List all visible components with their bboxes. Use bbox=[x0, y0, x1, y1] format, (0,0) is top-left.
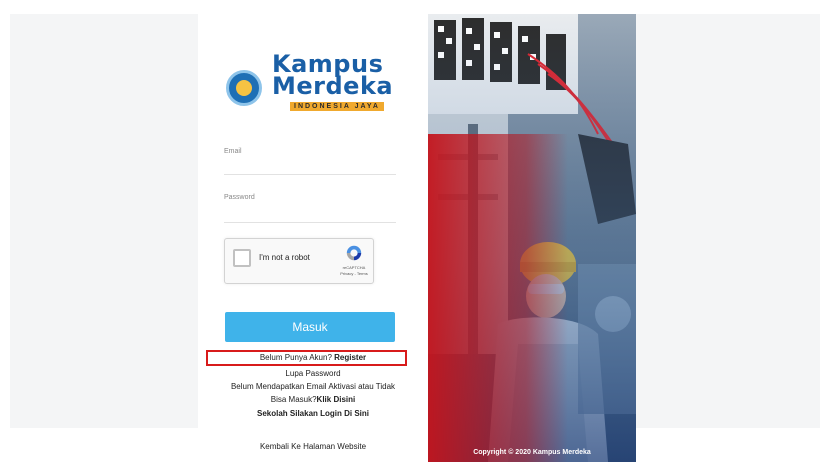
email-underline bbox=[224, 174, 396, 175]
email-field[interactable] bbox=[224, 159, 396, 173]
password-underline bbox=[224, 222, 396, 223]
recaptcha-logo-icon bbox=[346, 245, 362, 261]
recaptcha-brand: reCAPTCHA bbox=[342, 265, 366, 270]
school-login-link[interactable]: Sekolah Silakan Login Di Sini bbox=[198, 409, 428, 418]
login-card: Kampus Merdeka INDONESIA JAYA Email Pass… bbox=[198, 14, 428, 462]
masuk-button[interactable]: Masuk bbox=[225, 312, 395, 342]
activation-click-here-link[interactable]: Klik Disini bbox=[317, 395, 356, 404]
copyright-text: Copyright © 2020 Kampus Merdeka bbox=[473, 449, 591, 456]
logo-text-line2: Merdeka bbox=[272, 72, 394, 100]
back-to-website-link[interactable]: Kembali Ke Halaman Website bbox=[198, 442, 428, 451]
recaptcha-privacy-terms-link[interactable]: Privacy - Terms bbox=[339, 271, 369, 276]
email-label: Email bbox=[224, 148, 242, 155]
activation-line2: Bisa Masuk?Klik Disini bbox=[198, 395, 428, 404]
recaptcha-checkbox[interactable] bbox=[233, 249, 251, 267]
activation-info-text: Belum Mendapatkan Email Aktivasi atau Ti… bbox=[230, 382, 396, 391]
forgot-password-link[interactable]: Lupa Password bbox=[198, 369, 428, 378]
recaptcha-label: I'm not a robot bbox=[259, 253, 310, 262]
activation-question: Bisa Masuk? bbox=[270, 395, 317, 404]
lab-photo: Copyright © 2020 Kampus Merdeka bbox=[428, 14, 636, 462]
lab-technician-illustration bbox=[428, 14, 636, 462]
tut-wuri-handayani-emblem-icon bbox=[226, 70, 262, 106]
register-highlight-box bbox=[206, 350, 407, 366]
logo-tagline: INDONESIA JAYA bbox=[290, 102, 384, 111]
password-field[interactable] bbox=[224, 207, 396, 221]
recaptcha-widget: I'm not a robot reCAPTCHA Privacy - Term… bbox=[224, 238, 374, 284]
kampus-merdeka-logo: Kampus Merdeka INDONESIA JAYA bbox=[224, 50, 400, 124]
password-label: Password bbox=[224, 194, 255, 201]
